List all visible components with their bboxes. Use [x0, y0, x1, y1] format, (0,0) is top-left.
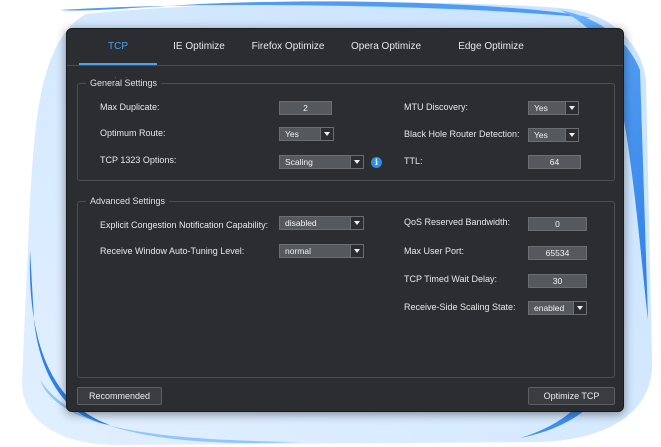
tab-tcp-optimize[interactable]: TCP Optimize	[79, 29, 157, 88]
advanced-settings-title: Advanced Settings	[86, 196, 170, 206]
ttl-label: TTL:	[404, 156, 423, 166]
chevron-down-icon	[350, 217, 363, 229]
tcp1323-label: TCP 1323 Options:	[100, 155, 177, 165]
chevron-down-icon	[565, 129, 578, 141]
rss-value: enabled	[534, 303, 565, 313]
autotuning-label: Receive Window Auto-Tuning Level:	[100, 246, 245, 256]
tcp-timed-wait-label: TCP Timed Wait Delay:	[404, 274, 498, 284]
general-settings-group: General Settings Max Duplicate: 2 Optimu…	[77, 78, 615, 181]
tcp-timed-wait-field[interactable]: 30	[528, 274, 587, 288]
recommended-button[interactable]: Recommended	[77, 387, 162, 405]
black-hole-label: Black Hole Router Detection:	[404, 129, 520, 139]
tab-divider	[67, 65, 623, 66]
mtu-discovery-value: Yes	[534, 103, 548, 113]
black-hole-value: Yes	[534, 130, 548, 140]
info-icon[interactable]: i	[371, 157, 382, 168]
mtu-discovery-select[interactable]: Yes	[528, 101, 579, 115]
tcp1323-value: Scaling	[285, 157, 313, 167]
chevron-down-icon	[350, 156, 363, 168]
max-user-port-label: Max User Port:	[404, 246, 465, 256]
ecn-select[interactable]: disabled	[279, 216, 364, 230]
autotuning-value: normal	[285, 246, 311, 256]
chevron-down-icon	[320, 128, 333, 140]
mtu-discovery-label: MTU Discovery:	[404, 102, 469, 112]
general-settings-title: General Settings	[86, 78, 162, 88]
qos-label: QoS Reserved Bandwidth:	[404, 217, 511, 227]
ttl-field[interactable]: 64	[528, 155, 581, 169]
qos-field[interactable]: 0	[528, 217, 587, 231]
advanced-settings-group: Advanced Settings Explicit Congestion No…	[77, 196, 615, 378]
optimum-route-value: Yes	[285, 129, 299, 139]
max-user-port-field[interactable]: 65534	[528, 246, 587, 260]
rss-select[interactable]: enabled	[528, 301, 587, 315]
tab-firefox-optimize[interactable]: Firefox Optimize	[250, 29, 326, 65]
tab-opera-optimize[interactable]: Opera Optimize	[350, 29, 422, 65]
chevron-down-icon	[573, 302, 586, 314]
optimum-route-select[interactable]: Yes	[279, 127, 334, 141]
tcp1323-select[interactable]: Scaling	[279, 155, 364, 169]
optimum-route-label: Optimum Route:	[100, 128, 166, 138]
optimize-tcp-button[interactable]: Optimize TCP	[528, 387, 615, 405]
ecn-value: disabled	[285, 218, 317, 228]
chevron-down-icon	[565, 102, 578, 114]
ecn-label: Explicit Congestion Notification Capabil…	[100, 220, 269, 230]
chevron-down-icon	[350, 245, 363, 257]
autotuning-select[interactable]: normal	[279, 244, 364, 258]
app-window: TCP Optimize IE Optimize Firefox Optimiz…	[66, 28, 624, 412]
tab-bar: TCP Optimize IE Optimize Firefox Optimiz…	[67, 29, 623, 88]
rss-label: Receive-Side Scaling State:	[404, 302, 516, 312]
tab-edge-optimize[interactable]: Edge Optimize	[456, 29, 526, 65]
max-duplicate-field[interactable]: 2	[279, 101, 332, 115]
max-duplicate-label: Max Duplicate:	[100, 102, 160, 112]
black-hole-select[interactable]: Yes	[528, 128, 579, 142]
tab-ie-optimize[interactable]: IE Optimize	[171, 29, 227, 65]
